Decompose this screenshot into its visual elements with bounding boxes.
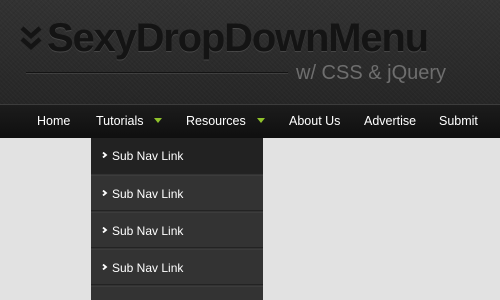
dropdown-item-label: Sub Nav Link [112, 261, 184, 275]
triangle-down-icon[interactable] [154, 118, 162, 123]
nav-item-advertise[interactable]: Advertise [364, 105, 416, 138]
nav-item-label: Submit [439, 114, 478, 128]
dropdown-item-label: Sub Nav Link [112, 187, 184, 201]
nav-item-label: Resources [186, 114, 246, 128]
dropdown-item[interactable]: Sub Nav Link [91, 249, 263, 285]
nav-item-tutorials[interactable]: Tutorials [96, 105, 143, 138]
site-subtitle: w/ CSS & jQuery [296, 62, 447, 84]
triangle-down-icon[interactable] [257, 118, 265, 123]
dropdown-item[interactable]: Sub Nav Link [91, 212, 263, 248]
title-divider [26, 72, 288, 73]
main-nav: Home Tutorials Resources About Us Advert… [0, 104, 500, 138]
chevron-right-icon [102, 264, 108, 270]
site-header: SexyDropDownMenu w/ CSS & jQuery [0, 0, 500, 104]
nav-item-about-us[interactable]: About Us [289, 105, 340, 138]
nav-item-label: Home [37, 114, 71, 128]
nav-item-resources[interactable]: Resources [186, 105, 246, 138]
nav-item-label: Tutorials [96, 114, 144, 128]
dropdown-item[interactable]: Sub Nav Link [91, 138, 263, 174]
site-title: SexyDropDownMenu [47, 16, 429, 60]
nav-item-label: About Us [289, 114, 341, 128]
double-chevron-down-icon [20, 26, 42, 51]
chevron-right-icon [102, 152, 108, 158]
chevron-right-icon [102, 227, 108, 233]
dropdown-item[interactable]: Sub Nav Link [91, 175, 263, 211]
dropdown-item-partial[interactable] [91, 286, 263, 300]
dropdown-item-label: Sub Nav Link [112, 149, 184, 163]
dropdown-item-label: Sub Nav Link [112, 224, 184, 238]
nav-item-submit[interactable]: Submit [439, 105, 478, 138]
tutorials-dropdown: Sub Nav Link Sub Nav Link Sub Nav Link S… [91, 138, 263, 300]
nav-item-label: Advertise [364, 114, 417, 128]
chevron-right-icon [102, 190, 108, 196]
nav-item-home[interactable]: Home [37, 105, 70, 138]
